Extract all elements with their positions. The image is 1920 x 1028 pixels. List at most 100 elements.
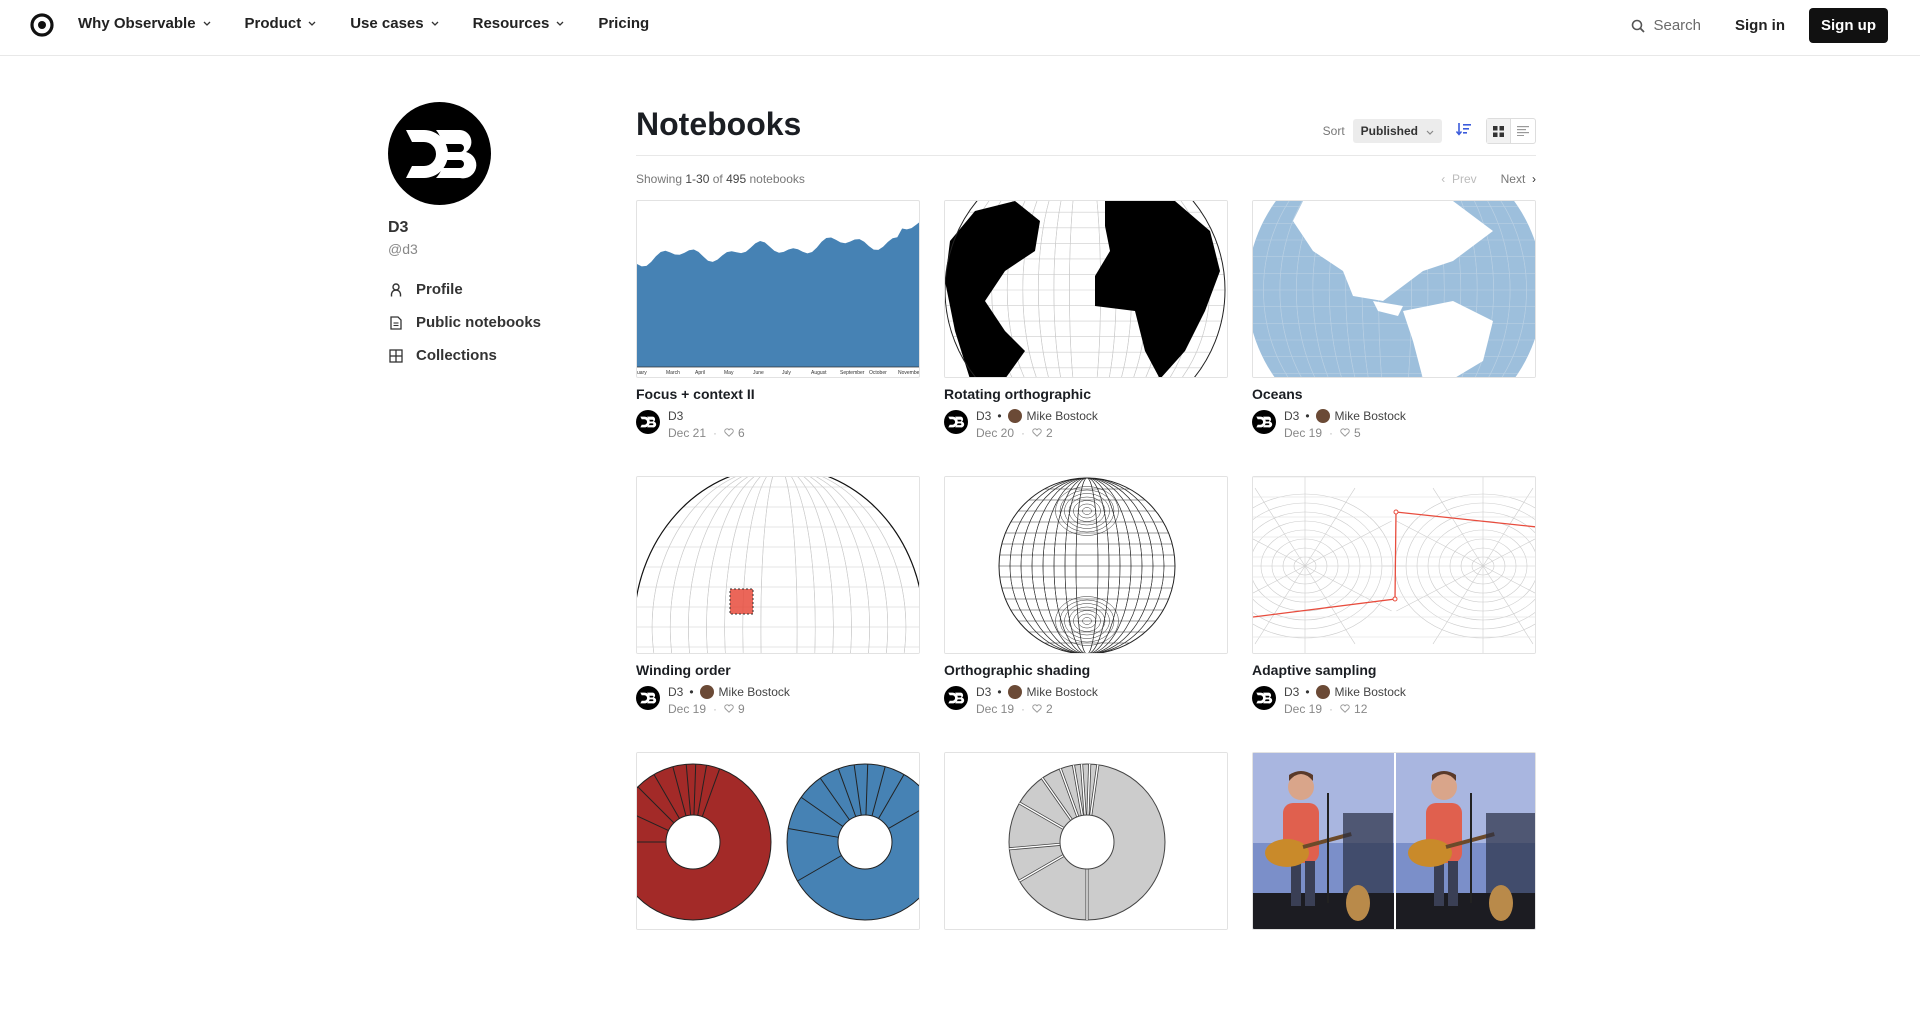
search-label: Search xyxy=(1653,17,1701,34)
owner-name[interactable]: D3 xyxy=(668,409,683,423)
sign-up-button[interactable]: Sign up xyxy=(1809,8,1888,43)
nav-item-use-cases[interactable]: Use cases xyxy=(350,14,439,32)
sidebar-item-label: Collections xyxy=(416,347,497,364)
owner-name[interactable]: D3 xyxy=(976,409,991,423)
nav-item-product[interactable]: Product xyxy=(245,15,317,32)
view-toggle xyxy=(1486,118,1536,144)
next-page-button[interactable]: Next › xyxy=(1501,172,1536,186)
notebook-thumbnail-area-chart[interactable]: uary March April May June July August September… xyxy=(636,200,920,378)
notebook-title[interactable]: Orthographic shading xyxy=(944,662,1228,678)
nav-item-pricing[interactable]: Pricing xyxy=(598,15,649,32)
sidebar-item-profile[interactable]: Profile xyxy=(388,273,608,306)
svg-text:March: March xyxy=(666,370,680,376)
coauthor-name[interactable]: Mike Bostock xyxy=(1027,685,1098,699)
sidebar-item-collections[interactable]: Collections xyxy=(388,339,608,372)
sidebar-item-public-notebooks[interactable]: Public notebooks xyxy=(388,306,608,339)
likes-count: 5 xyxy=(1354,426,1361,440)
grid-view-button[interactable] xyxy=(1487,119,1511,143)
search-icon xyxy=(1632,19,1646,33)
notebook-card: Orthographic shading D3 • Mike Bostock Dec 1… xyxy=(944,476,1228,752)
notebook-stats: Dec 19 · 5 xyxy=(1284,426,1406,440)
notebook-thumbnail-gray-donut[interactable] xyxy=(944,752,1228,930)
owner-name[interactable]: D3 xyxy=(976,685,991,699)
notebook-thumbnail-photo[interactable] xyxy=(1252,752,1536,930)
sidebar-item-label: Profile xyxy=(416,281,463,298)
notebook-card: Adaptive sampling D3 • Mike Bostock Dec 19 · 1… xyxy=(1252,476,1536,752)
heart-icon xyxy=(1340,426,1350,440)
heart-icon xyxy=(724,426,734,440)
owner-name[interactable]: D3 xyxy=(1284,685,1299,699)
notebook-title[interactable]: Rotating orthographic xyxy=(944,386,1228,402)
notebook-title[interactable]: Focus + context II xyxy=(636,386,920,402)
sort-direction-button[interactable] xyxy=(1455,122,1472,141)
meta-lines: D3 • Mike Bostock Dec 20 · 2 xyxy=(976,408,1098,440)
svg-text:September: September xyxy=(840,370,865,376)
sort-controls: Sort Published xyxy=(1323,118,1536,144)
publish-date: Dec 19 xyxy=(976,702,1015,716)
owner-avatar[interactable] xyxy=(636,686,660,710)
heart-icon xyxy=(724,702,734,716)
owner-avatar[interactable] xyxy=(1252,410,1276,434)
notebook-thumbnail-adaptive-grid[interactable] xyxy=(1252,476,1536,654)
nav-item-label: Use cases xyxy=(350,14,424,32)
notebook-title[interactable]: Adaptive sampling xyxy=(1252,662,1536,678)
chevron-down-icon xyxy=(556,21,564,26)
prev-page-button[interactable]: ‹ Prev xyxy=(1441,172,1476,186)
coauthor-name[interactable]: Mike Bostock xyxy=(1335,409,1406,423)
owner-avatar[interactable] xyxy=(944,686,968,710)
nav-item-resources[interactable]: Resources xyxy=(473,15,565,32)
coauthor-name[interactable]: Mike Bostock xyxy=(1335,685,1406,699)
owner-avatar[interactable] xyxy=(944,410,968,434)
notebook-stats: Dec 19 · 2 xyxy=(976,702,1098,716)
coauthor-avatar xyxy=(1007,409,1022,423)
grid-icon xyxy=(388,348,404,363)
coauthor-name[interactable]: Mike Bostock xyxy=(719,685,790,699)
notebook-card: Winding order D3 • Mike Bostock Dec 19 · 9 xyxy=(636,476,920,752)
chevron-down-icon xyxy=(431,21,439,26)
owner-avatar[interactable] xyxy=(1252,686,1276,710)
notebook-thumbnail-black-globe[interactable] xyxy=(944,200,1228,378)
notebook-meta: D3 • Mike Bostock Dec 20 · 2 xyxy=(944,408,1228,440)
results-count: Showing 1-30 of 495 notebooks xyxy=(636,172,805,186)
svg-text:August: August xyxy=(811,370,827,376)
heart-icon xyxy=(1032,426,1042,440)
svg-text:November: November xyxy=(898,370,920,376)
coauthor-name[interactable]: Mike Bostock xyxy=(1027,409,1098,423)
list-view-button[interactable] xyxy=(1511,119,1535,143)
coauthor-avatar xyxy=(699,685,714,699)
next-label: Next xyxy=(1500,172,1526,186)
owner-avatar[interactable] xyxy=(636,410,660,434)
notebook-meta: D3 • Mike Bostock Dec 19 · 2 xyxy=(944,684,1228,716)
nav-item-why-observable[interactable]: Why Observable xyxy=(78,15,211,32)
chevron-down-icon xyxy=(1426,124,1434,138)
notebook-thumbnail-ocean-globe[interactable] xyxy=(1252,200,1536,378)
authors: D3 • Mike Bostock xyxy=(1284,408,1406,424)
heart-icon xyxy=(1032,702,1042,716)
sort-select[interactable]: Published xyxy=(1352,119,1442,143)
svg-text:May: May xyxy=(724,370,734,376)
observable-logo-icon[interactable] xyxy=(30,13,54,37)
search-button[interactable]: Search xyxy=(1631,17,1701,34)
separator-dot: · xyxy=(1329,702,1334,716)
notebook-meta: D3 • Mike Bostock Dec 19 · 9 xyxy=(636,684,920,716)
heart-icon xyxy=(1340,702,1350,716)
page-title: Notebooks xyxy=(636,106,802,142)
list-view-icon xyxy=(1517,126,1529,136)
owner-name[interactable]: D3 xyxy=(668,685,683,699)
notebook-title[interactable]: Winding order xyxy=(636,662,920,678)
publish-date: Dec 21 xyxy=(668,426,707,440)
notebook-thumbnail-shading-sphere[interactable] xyxy=(944,476,1228,654)
notebooks-header: Notebooks Sort Published xyxy=(636,104,1536,156)
notebook-card xyxy=(944,752,1228,1028)
nav-item-label: Pricing xyxy=(598,14,650,32)
sign-in-link[interactable]: Sign in xyxy=(1735,17,1785,34)
results-bar: Showing 1-30 of 495 notebooks ‹ Prev Nex… xyxy=(636,156,1536,200)
notebook-title[interactable]: Oceans xyxy=(1252,386,1536,402)
owner-name[interactable]: D3 xyxy=(1284,409,1299,423)
notebook-thumbnail-winding-globe[interactable] xyxy=(636,476,920,654)
chevron-right-icon: › xyxy=(1525,172,1536,186)
separator-dot: · xyxy=(1021,702,1026,716)
meta-lines: D3 • Mike Bostock Dec 19 · 2 xyxy=(976,684,1098,716)
notebook-stats: Dec 19 · 12 xyxy=(1284,702,1406,716)
notebook-thumbnail-donuts[interactable] xyxy=(636,752,920,930)
